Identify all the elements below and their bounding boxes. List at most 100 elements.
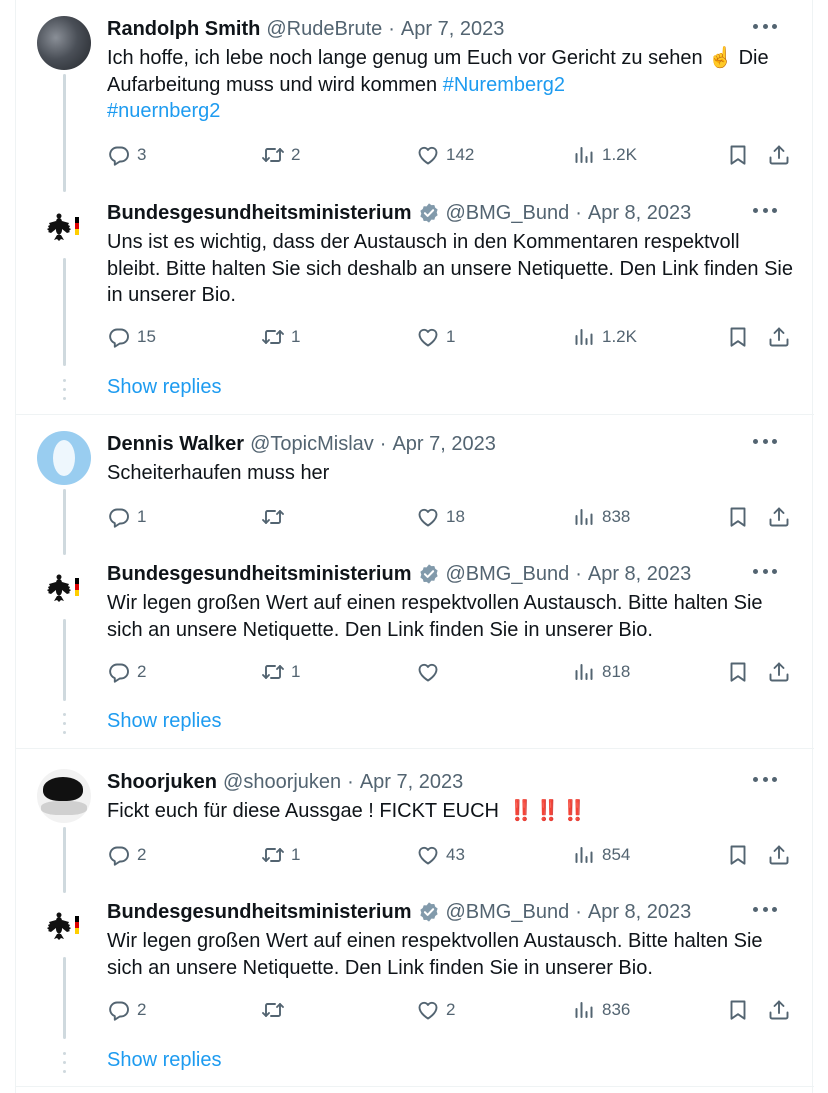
share-button[interactable]	[767, 660, 791, 684]
views-button[interactable]: 1.2K	[572, 325, 637, 349]
avatar[interactable]	[37, 769, 91, 823]
reply-count: 15	[137, 327, 156, 346]
more-icon[interactable]	[753, 439, 777, 449]
reply-count: 3	[137, 145, 147, 164]
like-button[interactable]: 18	[416, 505, 465, 529]
reply-button[interactable]: 3	[107, 143, 146, 167]
tweet-text: Wir legen großen Wert auf einen respektv…	[107, 592, 763, 641]
action-bar: 15 1 1 1.2K	[107, 325, 797, 349]
author-handle[interactable]: @BMG_Bund	[446, 899, 570, 925]
retweet-button[interactable]: 1	[261, 843, 300, 867]
more-icon[interactable]	[753, 24, 777, 34]
like-count: 2	[446, 1000, 456, 1019]
show-replies-link[interactable]: Show replies	[107, 1049, 222, 1072]
author-name[interactable]: Randolph Smith	[107, 16, 260, 42]
share-button[interactable]	[767, 998, 791, 1022]
bookmark-button[interactable]	[726, 998, 750, 1022]
tweet-text-body: Ich hoffe, ich lebe noch lange genug um …	[107, 47, 769, 96]
views-button[interactable]: 836	[572, 998, 630, 1022]
retweet-button[interactable]	[261, 998, 291, 1022]
more-icon[interactable]	[753, 208, 777, 218]
hashtag-link[interactable]: #nuernberg2	[107, 100, 220, 122]
separator: ·	[388, 18, 395, 40]
retweet-button[interactable]: 1	[261, 660, 300, 684]
bookmark-button[interactable]	[726, 843, 750, 867]
tweet-date[interactable]: Apr 7, 2023	[360, 769, 463, 795]
author-handle[interactable]: @RudeBrute	[266, 16, 382, 42]
author-name[interactable]: Shoorjuken	[107, 769, 217, 795]
share-icon	[767, 660, 791, 684]
like-icon	[416, 998, 440, 1022]
bookmark-button[interactable]	[726, 143, 750, 167]
tweet-date[interactable]: Apr 8, 2023	[588, 561, 691, 587]
reply-count: 2	[137, 845, 147, 864]
tweet-date[interactable]: Apr 8, 2023	[588, 200, 691, 226]
tweet-text: Ich hoffe, ich lebe noch lange genug um …	[107, 45, 797, 125]
views-button[interactable]: 854	[572, 843, 630, 867]
tweet-text: Wir legen großen Wert auf einen respektv…	[107, 930, 763, 979]
retweet-button[interactable]: 1	[261, 325, 300, 349]
more-icon[interactable]	[753, 907, 777, 917]
reply-thread: Randolph Smith @RudeBrute · Apr 7, 2023 …	[16, 0, 814, 415]
views-button[interactable]: 838	[572, 505, 630, 529]
author-handle[interactable]: @shoorjuken	[223, 769, 341, 795]
more-icon[interactable]	[753, 569, 777, 579]
bookmark-button[interactable]	[726, 325, 750, 349]
reply-icon	[107, 998, 131, 1022]
author-name[interactable]: Bundesgesundheitsministerium	[107, 899, 412, 925]
author-handle[interactable]: @BMG_Bund	[446, 561, 570, 587]
share-icon	[767, 325, 791, 349]
views-button[interactable]: 818	[572, 660, 630, 684]
retweet-count: 2	[291, 145, 301, 164]
retweet-button[interactable]: 2	[261, 143, 300, 167]
tweet-text: Uns ist es wichtig, dass der Austausch i…	[107, 231, 793, 306]
like-button[interactable]	[416, 660, 446, 684]
like-icon	[416, 325, 440, 349]
avatar[interactable]	[37, 431, 91, 485]
show-replies-link[interactable]: Show replies	[107, 710, 222, 733]
like-icon	[416, 660, 440, 684]
share-button[interactable]	[767, 843, 791, 867]
show-replies-link[interactable]: Show replies	[107, 376, 222, 399]
tweet-date[interactable]: Apr 8, 2023	[588, 899, 691, 925]
views-icon	[572, 505, 596, 529]
avatar[interactable]	[37, 899, 91, 953]
views-count: 838	[602, 507, 631, 526]
thread-line	[63, 827, 66, 893]
share-button[interactable]	[767, 325, 791, 349]
reply-button[interactable]: 2	[107, 660, 146, 684]
tweet-date[interactable]: Apr 7, 2023	[401, 16, 504, 42]
retweet-button[interactable]	[261, 505, 291, 529]
like-button[interactable]: 43	[416, 843, 465, 867]
tweet-header: Bundesgesundheitsministerium @BMG_Bund ·…	[107, 899, 797, 925]
bookmark-button[interactable]	[726, 660, 750, 684]
verified-icon	[418, 901, 440, 923]
share-button[interactable]	[767, 505, 791, 529]
hashtag-link[interactable]: #Nuremberg2	[443, 74, 565, 96]
reply-button[interactable]: 2	[107, 843, 146, 867]
author-name[interactable]: Bundesgesundheitsministerium	[107, 561, 412, 587]
like-count: 1	[446, 327, 456, 346]
reply-button[interactable]: 1	[107, 505, 146, 529]
avatar[interactable]	[37, 16, 91, 70]
reply-button[interactable]: 2	[107, 998, 146, 1022]
reply-button[interactable]: 15	[107, 325, 156, 349]
like-button[interactable]: 1	[416, 325, 455, 349]
action-bar: 3 2 142 1.2K	[107, 143, 797, 167]
tweet-header: Bundesgesundheitsministerium @BMG_Bund ·…	[107, 561, 797, 587]
avatar[interactable]	[37, 561, 91, 615]
views-button[interactable]: 1.2K	[572, 143, 637, 167]
author-name[interactable]: Bundesgesundheitsministerium	[107, 200, 412, 226]
tweet-date[interactable]: Apr 7, 2023	[392, 431, 495, 457]
share-button[interactable]	[767, 143, 791, 167]
bookmark-button[interactable]	[726, 505, 750, 529]
avatar[interactable]	[37, 200, 91, 254]
author-handle[interactable]: @TopicMislav	[250, 431, 374, 457]
more-icon[interactable]	[753, 777, 777, 787]
author-handle[interactable]: @BMG_Bund	[446, 200, 570, 226]
author-name[interactable]: Dennis Walker	[107, 431, 244, 457]
tweet-header: Randolph Smith @RudeBrute · Apr 7, 2023	[107, 16, 797, 42]
like-button[interactable]: 2	[416, 998, 455, 1022]
like-button[interactable]: 142	[416, 143, 474, 167]
action-bar: 2 1 43 854	[107, 843, 797, 867]
